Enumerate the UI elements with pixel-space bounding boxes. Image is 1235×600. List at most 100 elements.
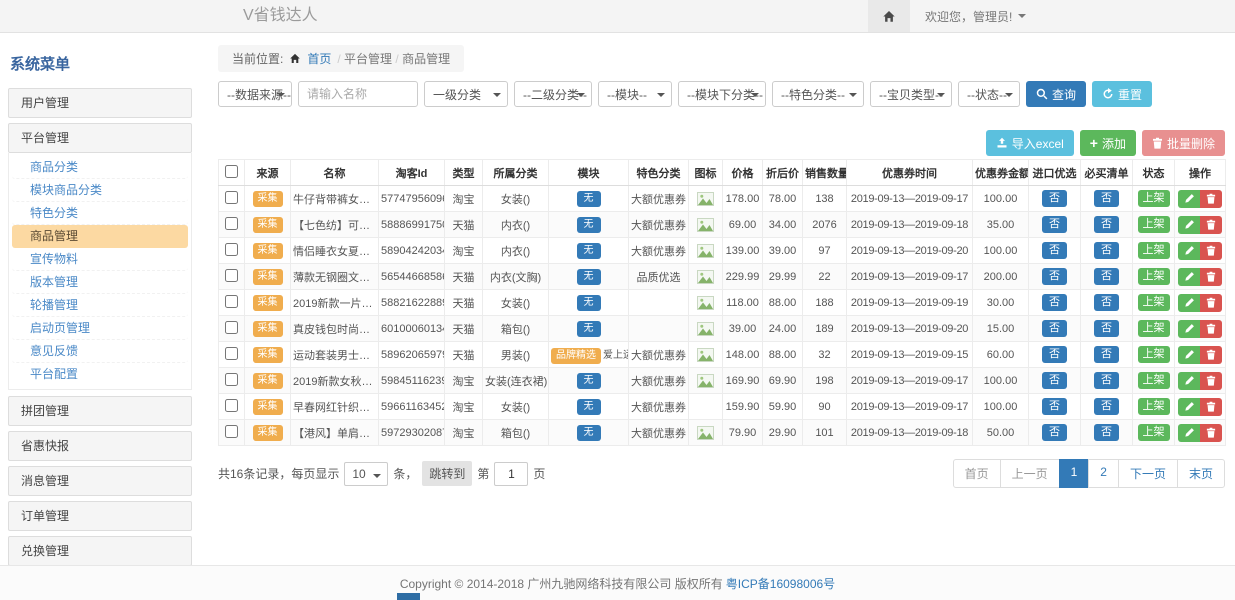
edit-button[interactable] xyxy=(1178,294,1200,312)
status-button[interactable]: 上架 xyxy=(1138,320,1170,337)
filter-select-2[interactable]: 一级分类 xyxy=(424,81,508,107)
sidebar-item[interactable]: 宣传物料 xyxy=(12,248,188,271)
delete-button[interactable] xyxy=(1200,294,1222,312)
sidebar-group-6[interactable]: 兑换管理 xyxy=(8,536,192,565)
sidebar-group-0[interactable]: 用户管理 xyxy=(8,88,192,118)
row-checkbox[interactable] xyxy=(225,321,238,334)
sidebar-group-1[interactable]: 平台管理 xyxy=(8,123,192,153)
add-button[interactable]: + 添加 xyxy=(1080,130,1136,156)
filter-select-6[interactable]: --特色分类-- xyxy=(772,81,864,107)
status-button[interactable]: 上架 xyxy=(1138,242,1170,259)
per-page-select[interactable]: 10 xyxy=(344,462,388,486)
reset-button[interactable]: 重置 xyxy=(1092,81,1152,107)
must-buy-toggle[interactable]: 否 xyxy=(1094,242,1119,259)
must-buy-toggle[interactable]: 否 xyxy=(1094,190,1119,207)
search-button[interactable]: 查询 xyxy=(1026,81,1086,107)
jump-page-input[interactable] xyxy=(494,462,528,486)
page-button[interactable]: 首页 xyxy=(953,459,1001,488)
name-search-input[interactable] xyxy=(298,81,418,107)
batch-delete-button[interactable]: 批量删除 xyxy=(1142,130,1225,156)
delete-button[interactable] xyxy=(1200,242,1222,260)
row-checkbox[interactable] xyxy=(225,191,238,204)
row-checkbox[interactable] xyxy=(225,295,238,308)
must-buy-toggle[interactable]: 否 xyxy=(1094,346,1119,363)
filter-select-7[interactable]: --宝贝类型-- xyxy=(870,81,952,107)
sidebar-group-4[interactable]: 消息管理 xyxy=(8,466,192,496)
must-buy-toggle[interactable]: 否 xyxy=(1094,320,1119,337)
import-select-toggle[interactable]: 否 xyxy=(1042,294,1067,311)
import-select-toggle[interactable]: 否 xyxy=(1042,190,1067,207)
must-buy-toggle[interactable]: 否 xyxy=(1094,268,1119,285)
row-checkbox[interactable] xyxy=(225,425,238,438)
sidebar-group-2[interactable]: 拼团管理 xyxy=(8,396,192,426)
select-all-checkbox[interactable] xyxy=(225,165,238,178)
import-select-toggle[interactable]: 否 xyxy=(1042,216,1067,233)
edit-button[interactable] xyxy=(1178,346,1200,364)
home-button[interactable] xyxy=(868,0,910,32)
must-buy-toggle[interactable]: 否 xyxy=(1094,424,1119,441)
delete-button[interactable] xyxy=(1200,216,1222,234)
user-menu[interactable]: 欢迎您，管理员! xyxy=(910,0,1235,32)
status-button[interactable]: 上架 xyxy=(1138,268,1170,285)
edit-button[interactable] xyxy=(1178,398,1200,416)
icp-link[interactable]: 粤ICP备16098006号 xyxy=(726,575,835,592)
row-checkbox[interactable] xyxy=(225,373,238,386)
edit-button[interactable] xyxy=(1178,190,1200,208)
filter-select-3[interactable]: --二级分类-- xyxy=(514,81,592,107)
sidebar-item[interactable]: 商品分类 xyxy=(12,156,188,179)
import-select-toggle[interactable]: 否 xyxy=(1042,398,1067,415)
status-button[interactable]: 上架 xyxy=(1138,398,1170,415)
sidebar-item[interactable]: 意见反馈 xyxy=(12,340,188,363)
edit-button[interactable] xyxy=(1178,320,1200,338)
status-button[interactable]: 上架 xyxy=(1138,346,1170,363)
edit-button[interactable] xyxy=(1178,424,1200,442)
edit-button[interactable] xyxy=(1178,216,1200,234)
row-checkbox[interactable] xyxy=(225,269,238,282)
filter-select-4[interactable]: --模块-- xyxy=(598,81,672,107)
row-checkbox[interactable] xyxy=(225,347,238,360)
sidebar-item[interactable]: 商品管理 xyxy=(12,225,188,248)
sidebar-item[interactable]: 平台配置 xyxy=(12,363,188,386)
delete-button[interactable] xyxy=(1200,268,1222,286)
import-select-toggle[interactable]: 否 xyxy=(1042,320,1067,337)
sidebar-item[interactable]: 轮播管理 xyxy=(12,294,188,317)
page-button[interactable]: 下一页 xyxy=(1118,459,1178,488)
sidebar-group-3[interactable]: 省惠快报 xyxy=(8,431,192,461)
row-checkbox[interactable] xyxy=(225,399,238,412)
breadcrumb-home-link[interactable]: 首页 xyxy=(307,50,331,67)
filter-select-0[interactable]: --数据来源-- xyxy=(218,81,292,107)
delete-button[interactable] xyxy=(1200,424,1222,442)
import-select-toggle[interactable]: 否 xyxy=(1042,424,1067,441)
jump-button[interactable]: 跳转到 xyxy=(422,461,472,486)
page-button[interactable]: 2 xyxy=(1088,459,1119,488)
sidebar-group-5[interactable]: 订单管理 xyxy=(8,501,192,531)
row-checkbox[interactable] xyxy=(225,243,238,256)
import-select-toggle[interactable]: 否 xyxy=(1042,268,1067,285)
delete-button[interactable] xyxy=(1200,320,1222,338)
status-button[interactable]: 上架 xyxy=(1138,190,1170,207)
status-button[interactable]: 上架 xyxy=(1138,424,1170,441)
import-select-toggle[interactable]: 否 xyxy=(1042,242,1067,259)
delete-button[interactable] xyxy=(1200,398,1222,416)
page-button[interactable]: 1 xyxy=(1059,459,1090,488)
import-select-toggle[interactable]: 否 xyxy=(1042,372,1067,389)
edit-button[interactable] xyxy=(1178,372,1200,390)
delete-button[interactable] xyxy=(1200,346,1222,364)
import-excel-button[interactable]: 导入excel xyxy=(986,130,1074,156)
sidebar-item[interactable]: 版本管理 xyxy=(12,271,188,294)
page-button[interactable]: 上一页 xyxy=(1000,459,1060,488)
filter-select-8[interactable]: --状态-- xyxy=(958,81,1020,107)
status-button[interactable]: 上架 xyxy=(1138,294,1170,311)
filter-select-5[interactable]: --模块下分类-- xyxy=(678,81,766,107)
must-buy-toggle[interactable]: 否 xyxy=(1094,372,1119,389)
must-buy-toggle[interactable]: 否 xyxy=(1094,398,1119,415)
sidebar-item[interactable]: 模块商品分类 xyxy=(12,179,188,202)
sidebar-item[interactable]: 特色分类 xyxy=(12,202,188,225)
must-buy-toggle[interactable]: 否 xyxy=(1094,294,1119,311)
edit-button[interactable] xyxy=(1178,268,1200,286)
page-button[interactable]: 末页 xyxy=(1177,459,1225,488)
edit-button[interactable] xyxy=(1178,242,1200,260)
import-select-toggle[interactable]: 否 xyxy=(1042,346,1067,363)
sidebar-item[interactable]: 启动页管理 xyxy=(12,317,188,340)
row-checkbox[interactable] xyxy=(225,217,238,230)
